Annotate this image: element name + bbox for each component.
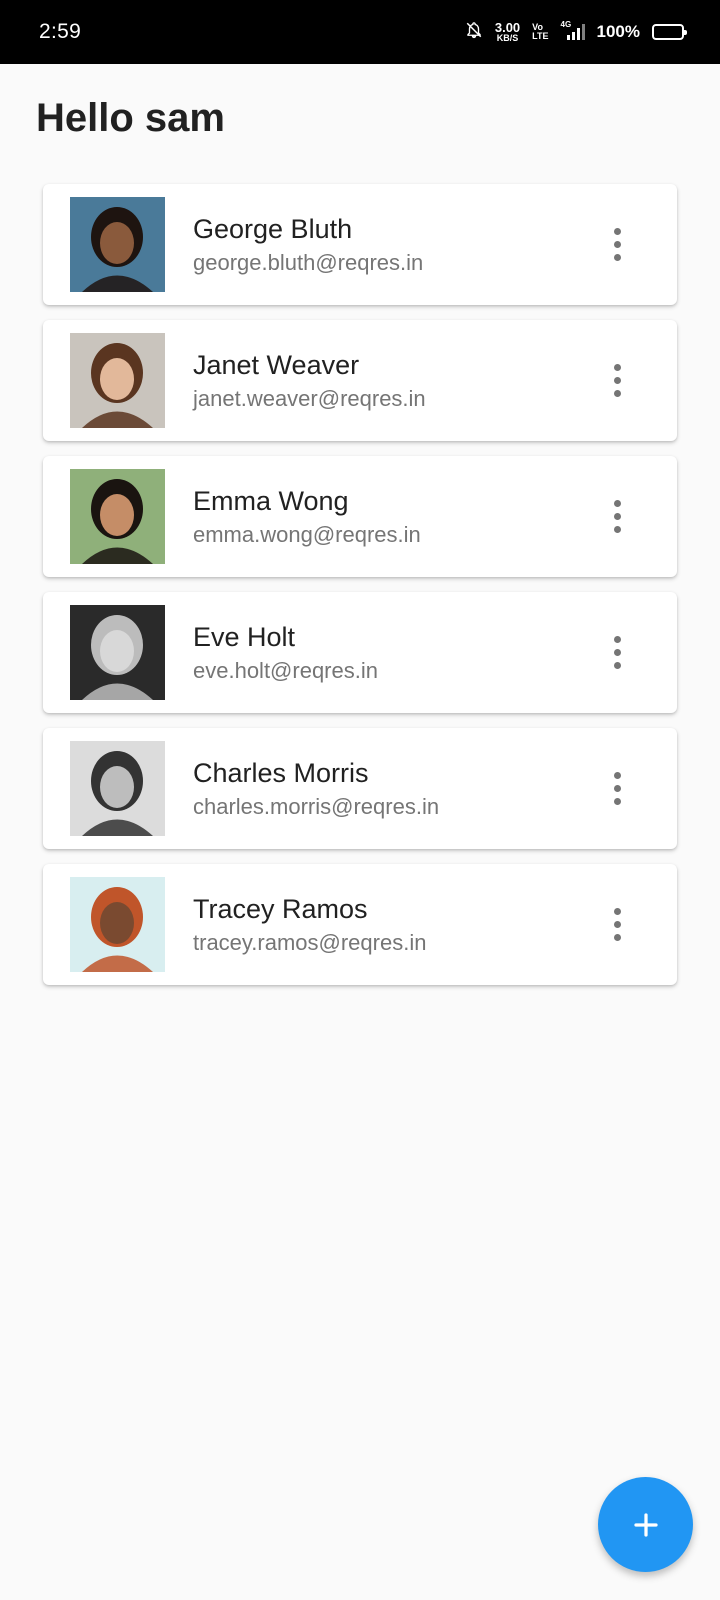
status-time: 2:59 <box>39 20 82 43</box>
avatar <box>70 469 165 564</box>
status-bar: 2:59 3.00 KB/S Vo LTE 4G 100% <box>0 0 720 64</box>
user-email: george.bluth@reqres.in <box>193 249 424 275</box>
avatar <box>70 741 165 836</box>
avatar <box>70 197 165 292</box>
more-options-icon[interactable] <box>605 905 629 945</box>
user-card[interactable]: Janet Weaver janet.weaver@reqres.in <box>43 320 677 441</box>
bell-muted-icon <box>465 21 483 44</box>
user-name: Emma Wong <box>193 485 349 516</box>
user-name: Tracey Ramos <box>193 893 368 924</box>
more-options-icon[interactable] <box>605 225 629 265</box>
network-type: 4G <box>560 20 572 29</box>
user-text: Emma Wong emma.wong@reqres.in <box>193 484 421 550</box>
user-text: George Bluth george.bluth@reqres.in <box>193 212 423 278</box>
user-name: Janet Weaver <box>193 349 360 380</box>
user-card[interactable]: Emma Wong emma.wong@reqres.in <box>43 456 677 577</box>
user-text: Janet Weaver janet.weaver@reqres.in <box>193 348 426 414</box>
more-options-icon[interactable] <box>605 497 629 537</box>
user-card[interactable]: George Bluth george.bluth@reqres.in <box>43 184 677 305</box>
user-card[interactable]: Charles Morris charles.morris@reqres.in <box>43 728 677 849</box>
user-text: Eve Holt eve.holt@reqres.in <box>193 620 378 686</box>
battery-icon <box>652 24 687 40</box>
network-speed: 3.00 KB/S <box>495 21 520 43</box>
user-name: Eve Holt <box>193 621 296 652</box>
status-icons: 3.00 KB/S Vo LTE 4G 100% <box>465 20 687 44</box>
avatar <box>70 333 165 428</box>
user-name: Charles Morris <box>193 757 369 788</box>
add-user-button[interactable] <box>598 1477 693 1572</box>
page-title: Hello sam <box>36 96 225 140</box>
user-text: Tracey Ramos tracey.ramos@reqres.in <box>193 892 426 958</box>
user-email: tracey.ramos@reqres.in <box>193 929 427 955</box>
signal-icon: 4G <box>561 20 585 40</box>
volte-bottom: LTE <box>532 31 549 41</box>
user-list: George Bluth george.bluth@reqres.in Jane… <box>43 184 677 1000</box>
avatar <box>70 877 165 972</box>
network-speed-unit: KB/S <box>496 33 519 43</box>
user-text: Charles Morris charles.morris@reqres.in <box>193 756 439 822</box>
add-icon <box>631 1510 661 1540</box>
user-name: George Bluth <box>193 213 353 244</box>
more-options-icon[interactable] <box>605 769 629 809</box>
battery-percent: 100% <box>596 22 640 41</box>
user-card[interactable]: Eve Holt eve.holt@reqres.in <box>43 592 677 713</box>
user-email: janet.weaver@reqres.in <box>193 385 426 411</box>
user-email: eve.holt@reqres.in <box>193 657 378 683</box>
user-email: emma.wong@reqres.in <box>193 521 421 547</box>
user-card[interactable]: Tracey Ramos tracey.ramos@reqres.in <box>43 864 677 985</box>
more-options-icon[interactable] <box>605 633 629 673</box>
user-email: charles.morris@reqres.in <box>193 793 440 819</box>
avatar <box>70 605 165 700</box>
more-options-icon[interactable] <box>605 361 629 401</box>
volte-indicator: Vo LTE <box>532 23 548 41</box>
